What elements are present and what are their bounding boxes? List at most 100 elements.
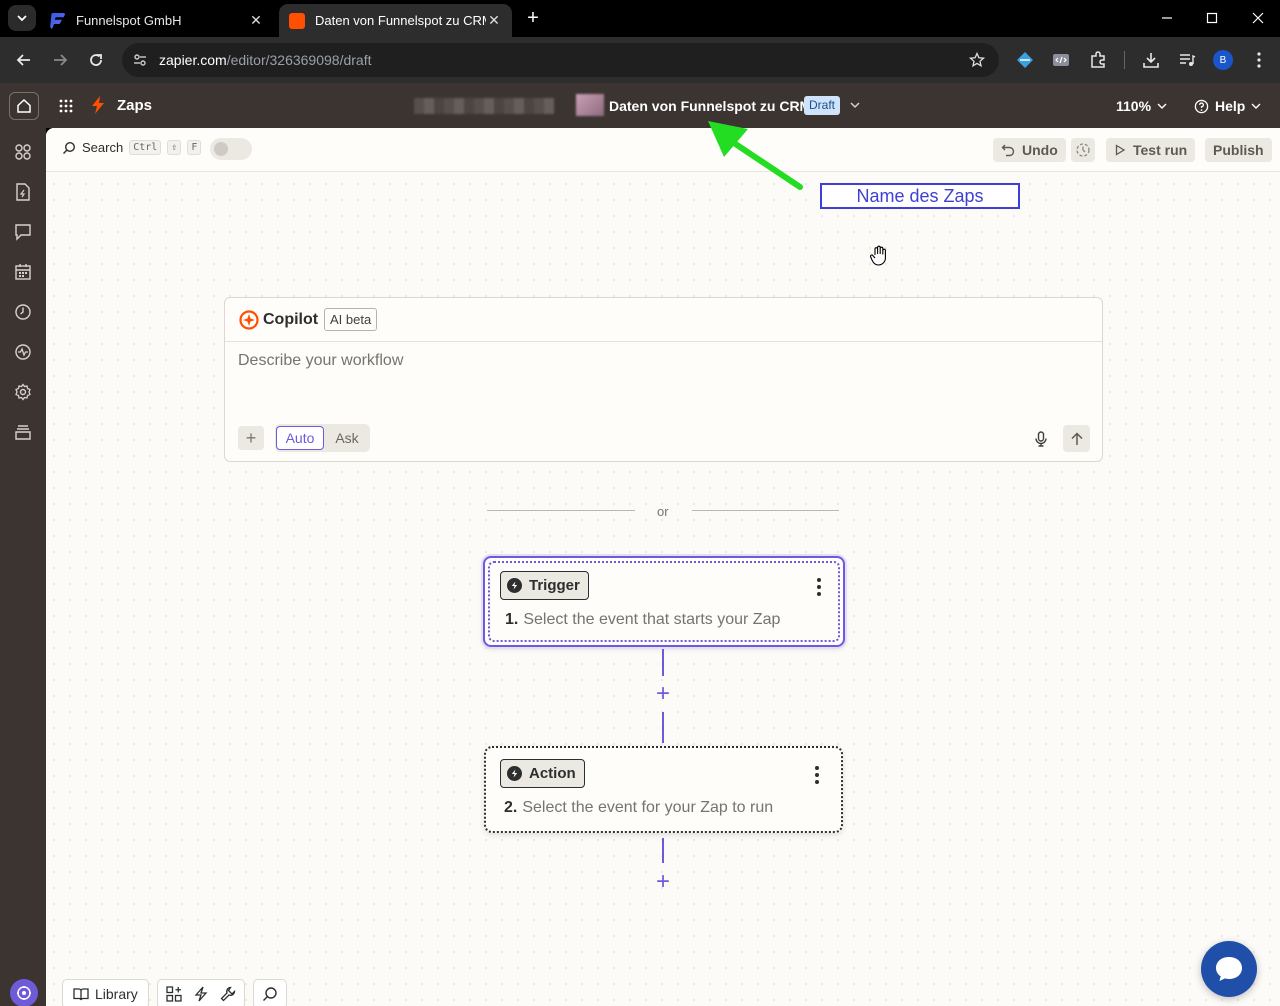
extension-diamond-icon[interactable] <box>1014 49 1036 71</box>
help-dropdown[interactable]: Help <box>1194 98 1261 114</box>
kebab-menu-icon[interactable] <box>813 766 821 784</box>
toggle-knob <box>214 142 228 156</box>
zap-name-title[interactable]: Daten von Funnelspot zu CRM <box>609 98 811 114</box>
annotation-arrow <box>708 121 803 190</box>
mode-auto-button[interactable]: Auto <box>276 426 324 450</box>
reload-icon[interactable] <box>84 48 108 72</box>
site-settings-icon[interactable] <box>130 50 150 70</box>
step-connector <box>662 649 664 676</box>
zoom-dropdown[interactable]: 110% <box>1116 98 1167 114</box>
step-number: 1. <box>505 611 519 628</box>
browser-tab-zapier[interactable]: Daten von Funnelspot zu CRM | ✕ <box>279 4 512 37</box>
url-host: zapier.com <box>159 52 227 68</box>
folder-breadcrumb-redacted[interactable] <box>414 98 554 114</box>
zap-file-icon[interactable] <box>13 182 33 202</box>
chevron-down-icon[interactable] <box>848 97 862 113</box>
add-step-button[interactable]: + <box>653 682 673 706</box>
profile-avatar[interactable]: B <box>1213 50 1233 70</box>
browser-menu-icon[interactable] <box>1248 49 1270 71</box>
action-step-card[interactable]: Action 2. Select the event for your Zap t… <box>484 746 843 833</box>
step-number: 2. <box>504 799 518 816</box>
step-description-text: Select the event that starts your Zap <box>523 611 781 628</box>
home-button[interactable] <box>9 92 39 120</box>
tab-title: Funnelspot GmbH <box>76 13 182 28</box>
bookmark-star-icon[interactable] <box>967 50 987 70</box>
ai-beta-badge: AI beta <box>324 308 378 331</box>
forward-arrow-icon[interactable] <box>48 48 72 72</box>
step-type-label: Trigger <box>529 577 580 594</box>
zap-bolt-icon <box>92 96 104 114</box>
undo-icon <box>1001 144 1015 157</box>
canvas-search-button[interactable] <box>252 978 287 1006</box>
version-history-button[interactable] <box>1071 138 1095 162</box>
copilot-header: Copilot AI beta <box>225 298 1102 342</box>
step-type-label: Action <box>529 765 576 782</box>
chevron-down-icon <box>1157 103 1167 109</box>
trigger-pill: Trigger <box>500 571 589 600</box>
close-tab-icon[interactable]: ✕ <box>248 12 264 29</box>
left-sidebar <box>0 128 46 1006</box>
copilot-add-button[interactable]: + <box>238 426 264 450</box>
test-run-button[interactable]: Test run <box>1106 138 1196 162</box>
toolbar-separator <box>1124 51 1125 69</box>
add-widget-icon[interactable] <box>166 985 182 1002</box>
minimize-icon[interactable] <box>1154 6 1180 30</box>
apps-icon[interactable] <box>13 142 33 162</box>
divider-or: or <box>657 504 669 519</box>
mode-ask-button[interactable]: Ask <box>327 426 367 450</box>
extensions-puzzle-icon[interactable] <box>1087 49 1109 71</box>
archive-stack-icon[interactable] <box>13 422 33 442</box>
tab-title: Daten von Funnelspot zu CRM | <box>315 13 486 28</box>
zapier-favicon-icon <box>289 12 305 29</box>
zaps-nav-link[interactable]: Zaps <box>117 97 152 114</box>
chevron-down-icon <box>1251 103 1261 109</box>
close-tab-icon[interactable]: ✕ <box>486 12 502 29</box>
trigger-step-card[interactable]: Trigger 1. Select the event that starts y… <box>483 556 845 647</box>
library-book-icon <box>73 987 89 1000</box>
funnelspot-favicon-icon <box>50 12 66 29</box>
mic-icon[interactable] <box>1030 428 1052 450</box>
extension-code-icon[interactable] <box>1050 49 1072 71</box>
play-icon <box>1115 144 1126 156</box>
browser-tab-funnelspot[interactable]: Funnelspot GmbH ✕ <box>40 4 274 37</box>
media-queue-icon[interactable] <box>1176 49 1198 71</box>
apps-grid-icon[interactable] <box>55 95 77 117</box>
publish-button[interactable]: Publish <box>1205 138 1272 162</box>
copilot-panel: Copilot AI beta + Auto Ask <box>224 297 1103 462</box>
browser-tab-strip: Funnelspot GmbH ✕ Daten von Funnelspot z… <box>0 0 1280 37</box>
close-window-icon[interactable] <box>1245 6 1271 30</box>
back-arrow-icon[interactable] <box>12 48 36 72</box>
search-button[interactable]: Search Ctrl ⇧ F <box>62 140 202 155</box>
new-tab-button[interactable]: + <box>520 5 546 31</box>
tab-search-button[interactable] <box>8 5 36 31</box>
add-step-button[interactable]: + <box>653 870 673 894</box>
canvas-toggle[interactable] <box>210 138 252 160</box>
step-connector <box>662 712 664 743</box>
activity-pulse-icon[interactable] <box>13 342 33 362</box>
search-label: Search <box>82 140 124 155</box>
settings-gear-icon[interactable] <box>13 382 33 402</box>
address-bar[interactable]: zapier.com/editor/326369098/draft <box>122 43 999 77</box>
copilot-prompt-input[interactable] <box>238 352 1078 412</box>
tables-calendar-icon[interactable] <box>13 262 33 282</box>
wrench-icon[interactable] <box>220 986 236 1002</box>
kebab-menu-icon[interactable] <box>815 578 823 596</box>
maximize-icon[interactable] <box>1199 6 1225 30</box>
canvas-tool-group <box>156 978 245 1006</box>
help-label: Help <box>1215 98 1246 114</box>
shortcut-f: F <box>187 140 202 155</box>
library-label: Library <box>95 985 138 1002</box>
history-clock-icon[interactable] <box>13 302 33 322</box>
undo-button[interactable]: Undo <box>993 138 1066 162</box>
zap-bolt-icon[interactable] <box>194 986 208 1002</box>
step-description: 1. Select the event that starts your Zap <box>505 611 780 629</box>
download-icon[interactable] <box>1140 49 1162 71</box>
zapier-header: Zaps Daten von Funnelspot zu CRM Draft 1… <box>0 83 1280 128</box>
action-pill: Action <box>500 759 585 788</box>
interfaces-chat-icon[interactable] <box>13 222 33 242</box>
support-chat-button[interactable] <box>1201 941 1257 997</box>
explore-compass-icon[interactable] <box>10 979 38 1006</box>
divider-line-right <box>692 510 839 511</box>
library-button[interactable]: Library <box>62 978 149 1006</box>
send-arrow-icon[interactable] <box>1063 425 1090 452</box>
